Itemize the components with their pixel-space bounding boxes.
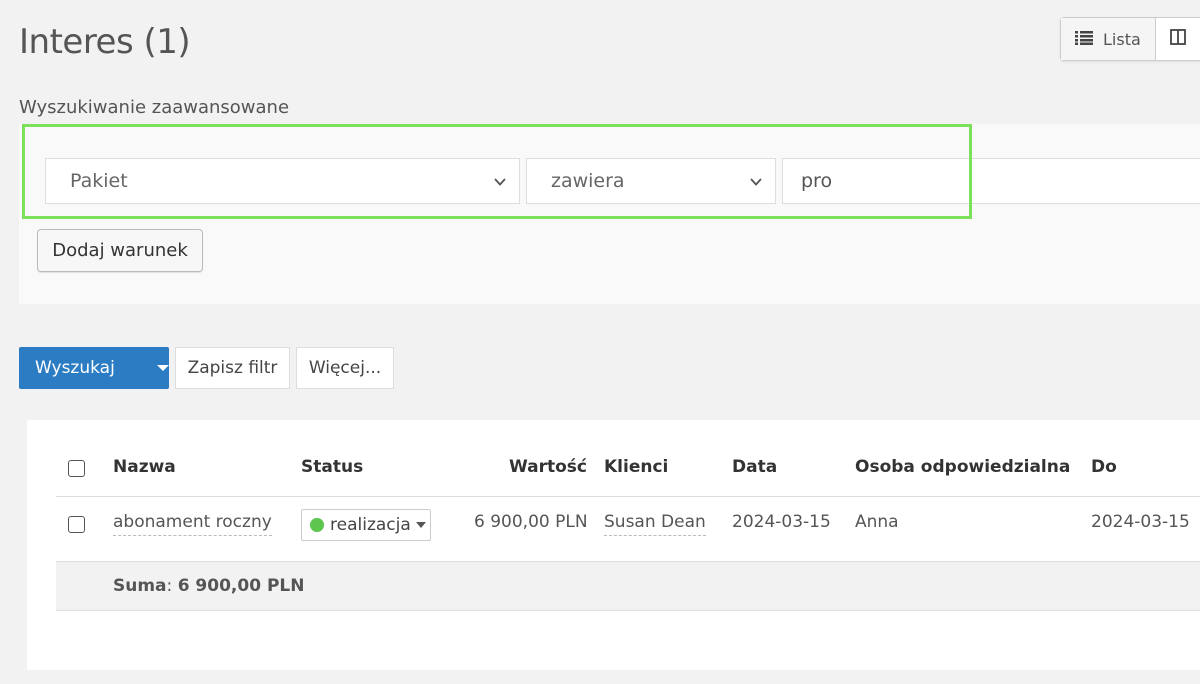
caret-down-icon[interactable] — [157, 365, 169, 371]
page-title: Interes (1) — [19, 22, 191, 62]
col-header-status[interactable]: Status — [301, 457, 363, 477]
select-all-checkbox[interactable] — [68, 460, 85, 477]
more-button[interactable]: Więcej... — [296, 347, 394, 389]
row-date: 2024-03-15 — [732, 512, 831, 532]
list-view-button[interactable]: Lista — [1061, 18, 1156, 60]
search-value-input[interactable] — [782, 158, 1200, 204]
chevron-down-icon — [749, 172, 763, 194]
col-header-to[interactable]: Do — [1091, 457, 1117, 477]
columns-icon — [1169, 29, 1186, 49]
save-filter-button[interactable]: Zapisz filtr — [175, 347, 290, 389]
chevron-down-icon — [493, 172, 507, 194]
columns-view-button[interactable] — [1156, 18, 1200, 60]
row-checkbox[interactable] — [68, 516, 85, 533]
view-switch: Lista — [1060, 17, 1200, 61]
sum-value: 6 900,00 PLN — [177, 576, 305, 596]
col-header-clients[interactable]: Klienci — [604, 457, 668, 477]
search-button-label: Wyszukaj — [35, 358, 115, 378]
caret-down-icon — [415, 522, 426, 528]
add-condition-button[interactable]: Dodaj warunek — [37, 229, 203, 272]
list-view-label: Lista — [1103, 29, 1141, 49]
operator-select-value: zawiera — [551, 170, 625, 192]
sum-text: Suma: 6 900,00 PLN — [113, 576, 305, 596]
search-button[interactable]: Wyszukaj — [19, 347, 169, 389]
row-value: 6 900,00 PLN — [474, 512, 588, 532]
col-header-owner[interactable]: Osoba odpowiedzialna — [855, 457, 1070, 477]
row-owner: Anna — [855, 512, 899, 532]
sum-divider — [56, 610, 1200, 611]
operator-select[interactable]: zawiera — [526, 158, 776, 204]
row-to-date: 2024-03-15 — [1091, 512, 1190, 532]
status-dot-icon — [310, 518, 324, 532]
status-dropdown[interactable]: realizacja — [301, 509, 431, 541]
sum-label: Suma — [113, 576, 167, 596]
col-header-name[interactable]: Nazwa — [113, 457, 176, 477]
list-icon — [1075, 30, 1093, 49]
header-divider — [56, 496, 1200, 497]
row-name-link[interactable]: abonament roczny — [113, 512, 272, 536]
advanced-search-panel — [19, 124, 1200, 304]
col-header-value[interactable]: Wartość — [509, 457, 587, 477]
row-client-link[interactable]: Susan Dean — [604, 512, 706, 536]
status-label: realizacja — [330, 515, 411, 535]
field-select[interactable]: Pakiet — [45, 158, 520, 204]
advanced-search-label: Wyszukiwanie zaawansowane — [19, 97, 290, 118]
col-header-date[interactable]: Data — [732, 457, 777, 477]
field-select-value: Pakiet — [70, 170, 128, 192]
